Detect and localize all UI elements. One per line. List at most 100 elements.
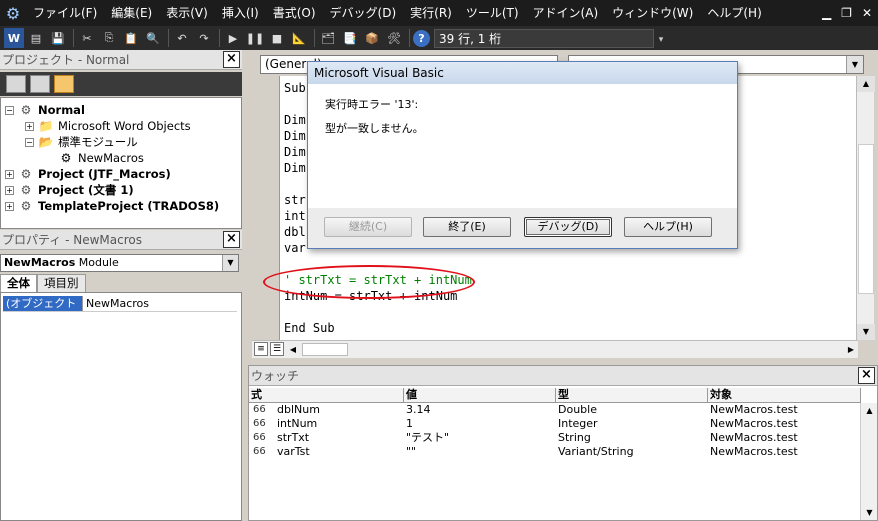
undo-icon[interactable]: ↶ bbox=[172, 28, 192, 48]
debug-button[interactable]: デバッグ(D) bbox=[524, 217, 612, 237]
vbe-app-icon[interactable]: ⚙ bbox=[0, 0, 26, 26]
object-browser-icon[interactable]: 📦 bbox=[362, 28, 382, 48]
tree-item-template-project[interactable]: + ⚙ TemplateProject (TRADOS8) bbox=[5, 198, 219, 214]
menu-tools[interactable]: ツール(T) bbox=[459, 0, 526, 26]
tree-item-normal[interactable]: − ⚙ Normal bbox=[5, 102, 85, 118]
menu-edit[interactable]: 編集(E) bbox=[104, 0, 159, 26]
property-row[interactable]: (オブジェクト名) NewMacros bbox=[3, 296, 237, 325]
watch-header-expression[interactable]: 式 bbox=[249, 388, 404, 402]
full-module-view-icon[interactable]: ☰ bbox=[270, 342, 284, 356]
watch-value[interactable]: 1 bbox=[404, 417, 556, 431]
watch-header-context[interactable]: 対象 bbox=[708, 388, 861, 402]
scroll-up-icon[interactable]: ▲ bbox=[861, 403, 878, 418]
collapse-icon[interactable]: − bbox=[25, 137, 34, 147]
code-line[interactable]: Dim bbox=[284, 112, 306, 128]
watch-row[interactable]: 66 varTst "" Variant/String NewMacros.te… bbox=[249, 445, 861, 459]
scroll-down-icon[interactable]: ▼ bbox=[861, 505, 878, 520]
end-button[interactable]: 終了(E) bbox=[423, 217, 511, 237]
properties-panel-close-button[interactable]: × bbox=[223, 231, 240, 248]
view-object-icon[interactable] bbox=[30, 75, 50, 93]
project-explorer-icon[interactable]: 🗂 bbox=[318, 28, 338, 48]
break-icon[interactable]: ❚❚ bbox=[245, 28, 265, 48]
scroll-thumb[interactable] bbox=[302, 343, 348, 356]
save-icon[interactable]: 💾 bbox=[48, 28, 68, 48]
insert-module-icon[interactable]: ▤ bbox=[26, 28, 46, 48]
close-icon[interactable]: ✕ bbox=[862, 6, 872, 20]
code-line[interactable]: Dim bbox=[284, 128, 306, 144]
watch-row[interactable]: 66 intNum 1 Integer NewMacros.test bbox=[249, 417, 861, 431]
code-line[interactable]: int bbox=[284, 208, 306, 224]
reset-icon[interactable]: ■ bbox=[267, 28, 287, 48]
collapse-icon[interactable]: − bbox=[5, 105, 14, 115]
code-line[interactable]: Sub bbox=[284, 80, 306, 96]
chevron-down-icon[interactable]: ▼ bbox=[222, 255, 238, 271]
scroll-right-icon[interactable]: ▶ bbox=[844, 342, 858, 357]
menu-addins[interactable]: アドイン(A) bbox=[526, 0, 606, 26]
watch-row[interactable]: 66 dblNum 3.14 Double NewMacros.test bbox=[249, 403, 861, 417]
code-margin[interactable] bbox=[260, 76, 280, 340]
code-line[interactable]: intNum = strTxt + intNum bbox=[284, 288, 457, 304]
watch-value[interactable]: "" bbox=[404, 445, 556, 459]
properties-object-select[interactable]: NewMacros Module ▼ bbox=[0, 254, 239, 272]
expand-icon[interactable]: + bbox=[5, 201, 14, 211]
menu-run[interactable]: 実行(R) bbox=[403, 0, 459, 26]
menu-file[interactable]: ファイル(F) bbox=[26, 0, 104, 26]
project-panel-close-button[interactable]: × bbox=[223, 51, 240, 68]
expand-icon[interactable]: + bbox=[5, 185, 14, 195]
tree-item-word-objects[interactable]: + 📁 Microsoft Word Objects bbox=[25, 118, 191, 134]
code-line[interactable]: ' strTxt = strTxt + intNum bbox=[284, 272, 472, 288]
word-icon[interactable]: W bbox=[4, 28, 24, 48]
expand-icon[interactable]: + bbox=[5, 169, 14, 179]
scroll-up-icon[interactable]: ▲ bbox=[857, 76, 875, 92]
watch-close-button[interactable]: × bbox=[858, 367, 875, 384]
restore-icon[interactable]: ❐ bbox=[841, 6, 852, 20]
watch-value[interactable]: "テスト" bbox=[404, 431, 556, 445]
scroll-left-icon[interactable]: ◀ bbox=[286, 342, 300, 357]
design-mode-icon[interactable]: 📐 bbox=[289, 28, 309, 48]
tree-item-newmacros[interactable]: ⚙ NewMacros bbox=[58, 150, 144, 166]
menu-window[interactable]: ウィンドウ(W) bbox=[605, 0, 700, 26]
code-line[interactable]: Dim bbox=[284, 160, 306, 176]
copy-icon[interactable]: ⎘ bbox=[99, 28, 119, 48]
properties-icon[interactable]: 📑 bbox=[340, 28, 360, 48]
tab-categorized[interactable]: 項目別 bbox=[37, 274, 86, 292]
run-icon[interactable]: ▶ bbox=[223, 28, 243, 48]
toolbar-overflow-icon[interactable]: ▾ bbox=[656, 28, 666, 48]
help-button[interactable]: ヘルプ(H) bbox=[624, 217, 712, 237]
watch-header-value[interactable]: 値 bbox=[404, 388, 556, 402]
toolbox-icon[interactable]: 🛠 bbox=[384, 28, 404, 48]
code-horizontal-scrollbar[interactable]: ≡ ☰ ◀ ▶ bbox=[252, 340, 858, 358]
menu-debug[interactable]: デバッグ(D) bbox=[323, 0, 404, 26]
menu-view[interactable]: 表示(V) bbox=[159, 0, 215, 26]
code-line[interactable]: str bbox=[284, 192, 306, 208]
paste-icon[interactable]: 📋 bbox=[121, 28, 141, 48]
watch-value[interactable]: 3.14 bbox=[404, 403, 556, 417]
expand-icon[interactable]: + bbox=[25, 121, 34, 131]
view-code-icon[interactable] bbox=[6, 75, 26, 93]
code-line[interactable]: End Sub bbox=[284, 320, 335, 336]
code-line[interactable]: dbl bbox=[284, 224, 306, 240]
tree-item-standard-modules[interactable]: − 📂 標準モジュール bbox=[25, 134, 138, 150]
menu-format[interactable]: 書式(O) bbox=[266, 0, 323, 26]
tree-item-project-doc1[interactable]: + ⚙ Project (文書 1) bbox=[5, 182, 134, 198]
watch-row[interactable]: 66 strTxt "テスト" String NewMacros.test bbox=[249, 431, 861, 445]
tree-item-project-jtf[interactable]: + ⚙ Project (JTF_Macros) bbox=[5, 166, 171, 182]
scroll-thumb[interactable] bbox=[858, 144, 874, 294]
chevron-down-icon[interactable]: ▼ bbox=[846, 56, 863, 73]
code-vertical-scrollbar[interactable]: ▲ ▼ bbox=[856, 76, 875, 340]
cut-icon[interactable]: ✂ bbox=[77, 28, 97, 48]
help-icon[interactable]: ? bbox=[413, 29, 430, 47]
continue-button[interactable]: 継続(C) bbox=[324, 217, 412, 237]
scroll-down-icon[interactable]: ▼ bbox=[857, 324, 875, 340]
tab-alphabetic[interactable]: 全体 bbox=[0, 274, 37, 292]
property-value[interactable]: NewMacros bbox=[83, 296, 237, 311]
code-line[interactable]: Dim bbox=[284, 144, 306, 160]
procedure-view-icon[interactable]: ≡ bbox=[254, 342, 268, 356]
code-line[interactable]: var bbox=[284, 240, 306, 256]
menu-help[interactable]: ヘルプ(H) bbox=[700, 0, 768, 26]
watch-header-type[interactable]: 型 bbox=[556, 388, 708, 402]
toggle-folders-icon[interactable] bbox=[54, 75, 74, 93]
find-icon[interactable]: 🔍 bbox=[143, 28, 163, 48]
minimize-icon[interactable]: ▁ bbox=[822, 6, 831, 20]
menu-insert[interactable]: 挿入(I) bbox=[215, 0, 266, 26]
